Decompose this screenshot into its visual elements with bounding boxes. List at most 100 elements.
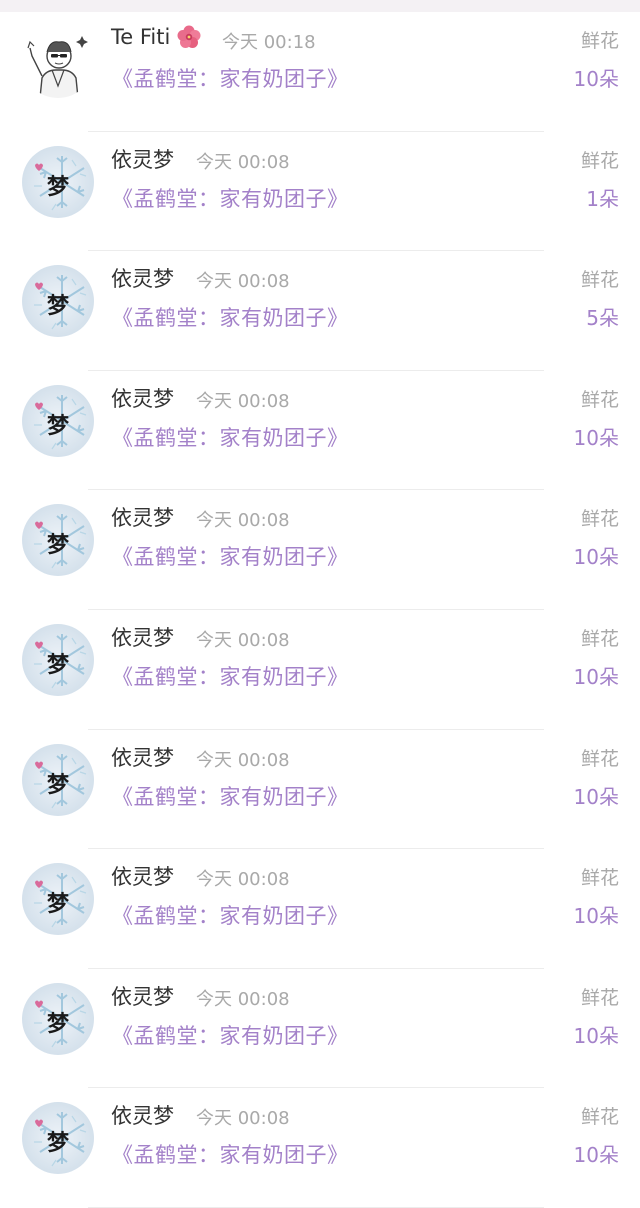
gift-amount-label: 10朵: [573, 67, 619, 91]
avatar-char: 梦: [47, 652, 70, 678]
user-name-text[interactable]: 依灵梦: [111, 622, 174, 652]
user-name[interactable]: 依灵梦: [111, 502, 174, 532]
avatar[interactable]: 梦: [22, 265, 94, 338]
snowflake-avatar-icon: 梦: [22, 384, 94, 457]
avatar-char: 梦: [47, 1130, 70, 1156]
user-name-text[interactable]: 依灵梦: [111, 144, 174, 174]
gift-type-label: 鲜花: [580, 986, 619, 1009]
time-label: 今天 00:08: [196, 749, 290, 771]
avatar[interactable]: 梦: [22, 982, 94, 1055]
avatar[interactable]: 梦: [22, 145, 94, 218]
list-item[interactable]: 梦 依灵梦 今天 00:08 《孟鹤堂：家有奶团子》 鲜花 5朵: [0, 251, 640, 371]
gift-amount-label: 10朵: [573, 904, 619, 929]
time-label: 今天 00:18: [222, 32, 316, 53]
book-title-link[interactable]: 《孟鹤堂：家有奶团子》: [112, 661, 349, 691]
gift-type-label: 鲜花: [580, 508, 619, 531]
book-title-link[interactable]: 《孟鹤堂：家有奶团子》: [112, 63, 349, 93]
avatar[interactable]: 梦: [22, 743, 94, 816]
book-title-link[interactable]: 《孟鹤堂：家有奶团子》: [112, 422, 349, 452]
user-name[interactable]: 依灵梦: [111, 263, 174, 293]
avatar[interactable]: 梦: [22, 1102, 94, 1175]
book-title-link[interactable]: 《孟鹤堂：家有奶团子》: [112, 1020, 349, 1050]
avatar-char: 梦: [47, 293, 70, 319]
user-name-text[interactable]: 依灵梦: [111, 383, 174, 413]
user-name[interactable]: 依灵梦: [111, 1100, 174, 1130]
avatar-char: 梦: [47, 413, 70, 439]
time-label: 今天 00:08: [196, 510, 290, 532]
snowflake-avatar-icon: 梦: [22, 743, 94, 816]
snowflake-avatar-icon: 梦: [22, 623, 94, 696]
snowflake-avatar-icon: 梦: [22, 1102, 94, 1175]
avatar[interactable]: 梦: [22, 863, 94, 936]
gift-type-label: 鲜花: [580, 269, 619, 292]
list-item[interactable]: 梦 依灵梦 今天 00:08 《孟鹤堂：家有奶团子》 鲜花 10朵: [0, 849, 640, 969]
gift-type-label: 鲜花: [580, 627, 619, 650]
user-name[interactable]: 依灵梦: [111, 383, 174, 413]
user-name-text[interactable]: 依灵梦: [111, 861, 174, 891]
list-item[interactable]: 梦 依灵梦 今天 00:08 《孟鹤堂：家有奶团子》 鲜花 10朵: [0, 1088, 640, 1208]
time-label: 今天 00:08: [196, 1108, 290, 1130]
snowflake-avatar-icon: 梦: [22, 145, 94, 218]
user-name-text[interactable]: 依灵梦: [111, 1100, 174, 1130]
user-name[interactable]: 依灵梦: [111, 861, 174, 891]
gift-amount-label: 10朵: [573, 664, 619, 689]
book-title-link[interactable]: 《孟鹤堂：家有奶团子》: [112, 900, 349, 930]
gift-type-label: 鲜花: [580, 30, 619, 52]
time-label: 今天 00:08: [196, 390, 290, 412]
gift-amount-label: 10朵: [573, 425, 619, 450]
user-name-text[interactable]: 依灵梦: [111, 502, 174, 532]
gift-amount-label: 1朵: [586, 186, 619, 211]
avatar-char: 梦: [47, 532, 70, 558]
gift-record-list: Te Fiti 今天 00:18 《孟鹤堂：家有奶团子》 鲜花 10朵 梦 依灵…: [0, 12, 640, 1208]
gift-type-label: 鲜花: [580, 388, 619, 411]
book-title-link[interactable]: 《孟鹤堂：家有奶团子》: [112, 302, 349, 332]
avatar[interactable]: 梦: [22, 384, 94, 457]
avatar[interactable]: 梦: [22, 623, 94, 696]
user-name[interactable]: 依灵梦: [111, 622, 174, 652]
gift-type-label: 鲜花: [580, 747, 619, 770]
time-label: 今天 00:08: [196, 271, 290, 293]
list-item[interactable]: 梦 依灵梦 今天 00:08 《孟鹤堂：家有奶团子》 鲜花 10朵: [0, 490, 640, 610]
gift-amount-label: 5朵: [586, 306, 619, 331]
avatar-char: 梦: [47, 891, 70, 917]
avatar[interactable]: [22, 26, 94, 98]
list-item[interactable]: 梦 依灵梦 今天 00:08 《孟鹤堂：家有奶团子》 鲜花 10朵: [0, 730, 640, 850]
gift-amount-label: 10朵: [573, 545, 619, 570]
time-label: 今天 00:08: [196, 151, 290, 173]
time-label: 今天 00:08: [196, 988, 290, 1010]
book-title-link[interactable]: 《孟鹤堂：家有奶团子》: [112, 781, 349, 811]
gift-amount-label: 10朵: [573, 1023, 619, 1048]
sketch-character-icon: [22, 26, 94, 98]
time-label: 今天 00:08: [196, 869, 290, 891]
gift-amount-label: 10朵: [573, 784, 619, 809]
user-name-text[interactable]: Te Fiti: [111, 25, 170, 49]
book-title-link[interactable]: 《孟鹤堂：家有奶团子》: [112, 183, 349, 213]
user-name-text[interactable]: 依灵梦: [111, 263, 174, 293]
gift-amount-label: 10朵: [573, 1143, 619, 1168]
hibiscus-flower-icon: [176, 24, 202, 50]
book-title-link[interactable]: 《孟鹤堂：家有奶团子》: [112, 541, 349, 571]
time-label: 今天 00:08: [196, 629, 290, 651]
snowflake-avatar-icon: 梦: [22, 982, 94, 1055]
snowflake-avatar-icon: 梦: [22, 265, 94, 338]
gift-type-label: 鲜花: [580, 149, 619, 172]
snowflake-avatar-icon: 梦: [22, 504, 94, 577]
list-item[interactable]: Te Fiti 今天 00:18 《孟鹤堂：家有奶团子》 鲜花 10朵: [0, 12, 640, 132]
avatar-char: 梦: [47, 174, 70, 200]
user-name[interactable]: Te Fiti: [111, 24, 202, 50]
gift-type-label: 鲜花: [580, 867, 619, 890]
avatar-char: 梦: [47, 772, 70, 798]
user-name-text[interactable]: 依灵梦: [111, 981, 174, 1011]
snowflake-avatar-icon: 梦: [22, 863, 94, 936]
book-title-link[interactable]: 《孟鹤堂：家有奶团子》: [112, 1139, 349, 1169]
user-name[interactable]: 依灵梦: [111, 742, 174, 772]
user-name[interactable]: 依灵梦: [111, 981, 174, 1011]
list-item[interactable]: 梦 依灵梦 今天 00:08 《孟鹤堂：家有奶团子》 鲜花 10朵: [0, 969, 640, 1089]
avatar[interactable]: 梦: [22, 504, 94, 577]
list-item[interactable]: 梦 依灵梦 今天 00:08 《孟鹤堂：家有奶团子》 鲜花 1朵: [0, 132, 640, 252]
user-name-text[interactable]: 依灵梦: [111, 742, 174, 772]
user-name[interactable]: 依灵梦: [111, 144, 174, 174]
list-item[interactable]: 梦 依灵梦 今天 00:08 《孟鹤堂：家有奶团子》 鲜花 10朵: [0, 610, 640, 730]
top-edge-bar: [0, 0, 640, 12]
list-item[interactable]: 梦 依灵梦 今天 00:08 《孟鹤堂：家有奶团子》 鲜花 10朵: [0, 371, 640, 491]
